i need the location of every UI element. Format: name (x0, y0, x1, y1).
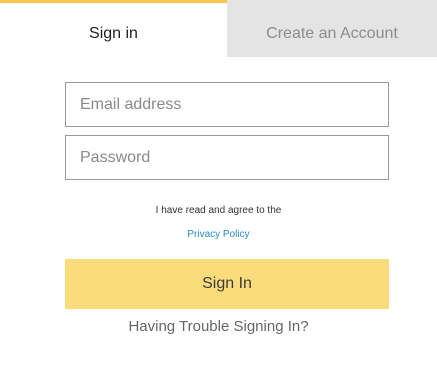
tab-create-account-label: Create an Account (266, 25, 398, 42)
privacy-policy-link[interactable]: Privacy Policy (187, 229, 249, 240)
sign-in-button[interactable]: Sign In (65, 259, 389, 309)
agreement-text: I have read and agree to the (155, 205, 282, 216)
tab-sign-in[interactable]: Sign in (0, 0, 227, 57)
privacy-policy-link-row: Privacy Policy (0, 229, 437, 240)
auth-tabs: Sign in Create an Account (0, 0, 437, 57)
tab-sign-in-label: Sign in (89, 25, 138, 42)
email-field[interactable] (65, 82, 389, 127)
sign-in-panel: Sign in Create an Account I have read an… (0, 0, 437, 369)
trouble-signing-in-link[interactable]: Having Trouble Signing In? (0, 318, 437, 335)
tab-create-account[interactable]: Create an Account (227, 0, 437, 57)
sign-in-button-label: Sign In (202, 275, 252, 292)
password-field[interactable] (65, 135, 389, 180)
